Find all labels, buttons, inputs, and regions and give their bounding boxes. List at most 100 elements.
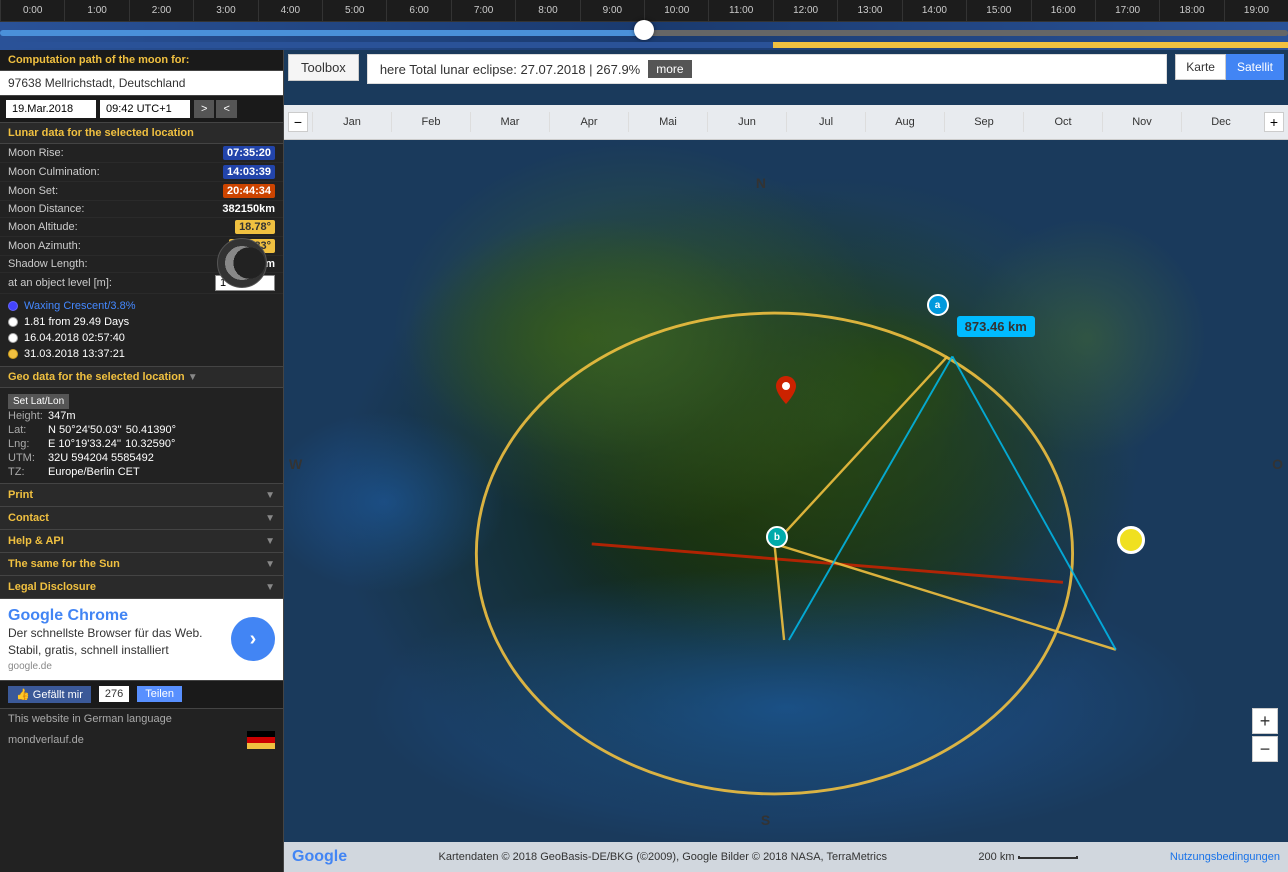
next-new-moon: 31.03.2018 13:37:21 (24, 348, 125, 360)
share-button[interactable]: Teilen (137, 686, 182, 702)
moon-rise-label: Moon Rise: (8, 147, 64, 159)
ad-title: Google Chrome (8, 607, 223, 625)
legal-section[interactable]: Legal Disclosure ▼ (0, 576, 283, 599)
hour-9: 9:00 (580, 0, 644, 21)
time-cursor[interactable] (634, 20, 654, 40)
month-zoom-in-button[interactable]: + (1264, 112, 1284, 132)
time-field[interactable] (100, 100, 190, 118)
moon-rise-value: 07:35:20 (223, 146, 275, 160)
toolbox-button[interactable]: Toolbox (288, 54, 359, 81)
lat-value: N 50°24'50.03'' (48, 424, 122, 436)
compass-north: N (756, 175, 766, 191)
hour-1: 1:00 (64, 0, 128, 21)
hour-0: 0:00 (0, 0, 64, 21)
phase-row-4: 31.03.2018 13:37:21 (8, 346, 275, 362)
map-content: N S W O a b 873.46 km + − (284, 140, 1288, 842)
compass-east: O (1272, 456, 1283, 472)
month-bar: − Jan Feb Mar Apr Mai Jun Jul Aug Sep Oc… (284, 105, 1288, 140)
more-button[interactable]: more (648, 60, 691, 78)
moon-set-value: 20:44:34 (223, 184, 275, 198)
contact-chevron-icon: ▼ (265, 513, 275, 524)
hour-18: 18:00 (1159, 0, 1223, 21)
print-section[interactable]: Print ▼ (0, 484, 283, 507)
footer-site: mondverlauf.de (0, 729, 283, 751)
pin-icon (776, 376, 796, 404)
shadow-label: Shadow Length: (8, 258, 88, 270)
sun-chevron-icon: ▼ (265, 559, 275, 570)
lng-deg: 10.32590° (125, 438, 175, 450)
moon-culm-label: Moon Culmination: (8, 166, 100, 178)
phase-row-3: 16.04.2018 02:57:40 (8, 330, 275, 346)
age-label: 1.81 from 29.49 Days (24, 316, 129, 328)
tz-label: TZ: (8, 466, 48, 478)
footer-language: This website in German language (0, 709, 283, 729)
flag-gold-stripe (247, 743, 275, 749)
nav-back-button[interactable]: < (216, 100, 236, 118)
set-latlon-button[interactable]: Set Lat/Lon (8, 394, 69, 409)
ad-link: google.de (8, 661, 223, 672)
ad-text: Google Chrome Der schnellste Browser für… (8, 607, 223, 672)
utm-label: UTM: (8, 452, 48, 464)
month-jun: Jun (707, 112, 786, 132)
date-field[interactable] (6, 100, 96, 118)
lat-row: Lat: N 50°24'50.03'' 50.41390° (8, 423, 275, 437)
terms-link[interactable]: Nutzungsbedingungen (1170, 851, 1280, 863)
height-row: Height: 347m (8, 409, 275, 423)
hour-12: 12:00 (773, 0, 837, 21)
eclipse-banner: here Total lunar eclipse: 27.07.2018 | 2… (367, 54, 1167, 84)
moon-phase-visual (217, 238, 267, 288)
moon-set-row: Moon Set: 20:44:34 (0, 182, 283, 201)
map-type-buttons: Karte Satellit (1175, 54, 1284, 80)
help-section[interactable]: Help & API ▼ (0, 530, 283, 553)
hour-19: 19:00 (1224, 0, 1288, 21)
hour-10: 10:00 (644, 0, 708, 21)
satellit-button[interactable]: Satellit (1226, 54, 1284, 80)
karte-button[interactable]: Karte (1175, 54, 1226, 80)
zoom-in-button[interactable]: + (1252, 708, 1278, 734)
moon-alt-label: Moon Altitude: (8, 221, 78, 233)
lat-deg: 50.41390° (126, 424, 176, 436)
phase-label: Waxing Crescent/3.8% (24, 300, 135, 312)
hour-3: 3:00 (193, 0, 257, 21)
contact-section[interactable]: Contact ▼ (0, 507, 283, 530)
social-row: 👍 Gefällt mir 276 Teilen (0, 681, 283, 709)
same-sun-section[interactable]: The same for the Sun ▼ (0, 553, 283, 576)
tz-row: TZ: Europe/Berlin CET (8, 465, 275, 479)
scale-bar: 200 km (978, 851, 1078, 863)
zoom-out-button[interactable]: − (1252, 736, 1278, 762)
phase-indicator-new (8, 349, 18, 359)
height-value: 347m (48, 410, 76, 422)
map-footer: Google Kartendaten © 2018 GeoBasis-DE/BK… (284, 842, 1288, 872)
point-a-marker[interactable]: a (927, 294, 949, 316)
utm-row: UTM: 32U 594204 5585492 (8, 451, 275, 465)
moon-culm-value: 14:03:39 (223, 165, 275, 179)
map-area[interactable]: Toolbox here Total lunar eclipse: 27.07.… (284, 50, 1288, 872)
month-dec: Dec (1181, 112, 1260, 132)
geo-section-header: Geo data for the selected location ▼ (0, 367, 283, 388)
month-zoom-out-button[interactable]: − (288, 112, 308, 132)
hour-labels: 0:00 1:00 2:00 3:00 4:00 5:00 6:00 7:00 … (0, 0, 1288, 22)
point-b-marker[interactable]: b (766, 526, 788, 548)
site-url: mondverlauf.de (8, 734, 84, 746)
ad-cta-button[interactable]: › (231, 617, 275, 661)
timeline-progress[interactable] (0, 22, 1288, 50)
phase-indicator-a (8, 317, 18, 327)
computation-header: Computation path of the moon for: (0, 50, 283, 71)
moon-dist-value: 382150km (222, 203, 275, 215)
like-count: 276 (99, 686, 129, 702)
location-marker[interactable] (776, 376, 796, 407)
facebook-like-button[interactable]: 👍 Gefällt mir (8, 686, 91, 703)
month-oct: Oct (1023, 112, 1102, 132)
google-logo: Google (292, 848, 347, 866)
month-apr: Apr (549, 112, 628, 132)
geo-section: Set Lat/Lon Height: 347m Lat: N 50°24'50… (0, 388, 283, 484)
moon-alt-row: Moon Altitude: 18.78° (0, 218, 283, 237)
lat-label: Lat: (8, 424, 48, 436)
location-input[interactable] (0, 71, 283, 96)
map-header: Toolbox here Total lunar eclipse: 27.07.… (284, 50, 1288, 105)
legal-chevron-icon: ▼ (265, 582, 275, 593)
eclipse-text: here Total lunar eclipse: 27.07.2018 | 2… (380, 62, 640, 77)
nav-forward-button[interactable]: > (194, 100, 214, 118)
map-zoom-controls: + − (1252, 708, 1278, 762)
moon-dist-row: Moon Distance: 382150km (0, 201, 283, 218)
